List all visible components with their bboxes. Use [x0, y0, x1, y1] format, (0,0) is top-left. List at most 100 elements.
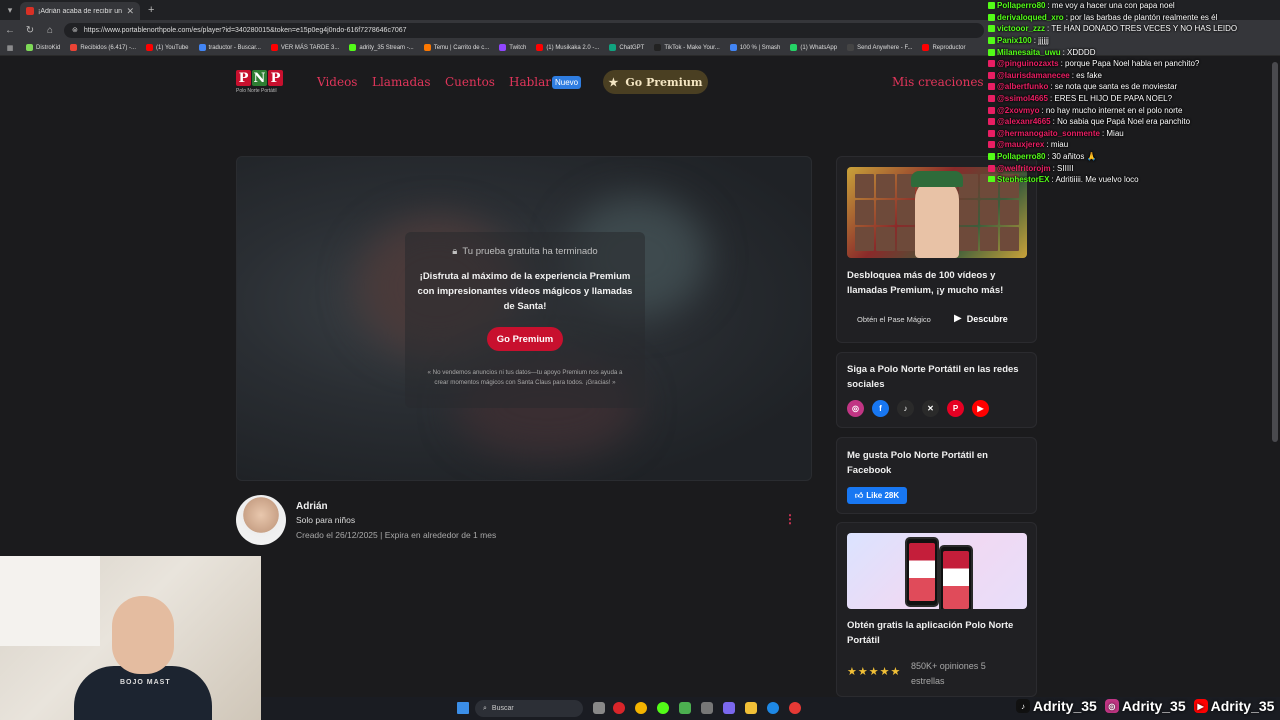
bookmark-favicon-icon: [146, 44, 154, 51]
bookmark-label: TikTok - Make Your...: [664, 44, 720, 51]
new-tab-icon[interactable]: +: [148, 4, 154, 16]
bookmarks-apps-icon[interactable]: ▦: [4, 44, 16, 52]
bookmark-label: Temu | Carrito de c...: [433, 44, 490, 51]
chat-text: : SIIIII: [1052, 163, 1074, 173]
tab-favicon-icon: [26, 7, 34, 15]
bookmark-item[interactable]: Recibidos (6.417) -...: [70, 44, 136, 51]
instagram-icon[interactable]: ◎: [847, 400, 864, 417]
opera-icon[interactable]: [613, 702, 625, 714]
chat-username: @laurisdamanecee: [997, 70, 1070, 80]
bookmark-item[interactable]: (1) YouTube: [146, 44, 189, 51]
page-scrollbar-thumb[interactable]: [1272, 62, 1278, 442]
chat-message: @alexanr4665: No sabia que Papá Noel era…: [988, 116, 1280, 128]
chat-platform-icon: [988, 118, 995, 126]
bookmark-label: DistroKid: [36, 44, 61, 51]
windows-start-icon[interactable]: [457, 702, 469, 714]
video-player[interactable]: 🔒︎ Tu prueba gratuita ha terminado ¡Disf…: [236, 156, 812, 481]
nav-cuentos[interactable]: Cuentos: [445, 75, 495, 89]
discover-button[interactable]: ▶ Descubre: [954, 313, 1008, 324]
nav-hablar[interactable]: Hablar: [509, 75, 551, 89]
facebook-like-button[interactable]: 👍︎ Like 28K: [847, 487, 907, 504]
file-explorer-icon[interactable]: [745, 702, 757, 714]
bookmark-item[interactable]: (1) Musikaka 2.0 -...: [536, 44, 599, 51]
chat-platform-icon: [988, 129, 995, 137]
bookmark-item[interactable]: Temu | Carrito de c...: [423, 44, 490, 51]
chat-text: : XDDDD: [1062, 47, 1096, 57]
chat-text: : jjjjjj: [1033, 36, 1049, 46]
bookmark-item[interactable]: adrity_35 Stream -...: [349, 44, 414, 51]
more-options-icon[interactable]: ⋮: [784, 512, 796, 526]
reload-icon[interactable]: ↻: [24, 25, 36, 36]
chat-message: derivaloqued_xro: por las barbas de plan…: [988, 12, 1280, 24]
chat-platform-icon: [988, 71, 995, 79]
bookmark-item[interactable]: VER MÁS TARDE 3...: [270, 44, 339, 51]
chat-text: : es fake: [1071, 70, 1102, 80]
bookmark-favicon-icon: [654, 44, 662, 51]
bookmark-item[interactable]: traductor - Buscar...: [198, 44, 261, 51]
bookmark-item[interactable]: ChatGPT: [609, 44, 644, 51]
chat-message: @albertfunko: se nota que santa es de mo…: [988, 81, 1280, 93]
bookmark-item[interactable]: TikTok - Make Your...: [654, 44, 720, 51]
chat-platform-icon: [988, 141, 995, 149]
bookmark-item[interactable]: 100 % | Smash: [729, 44, 780, 51]
chrome-icon[interactable]: [635, 702, 647, 714]
chat-text: : Miau: [1101, 128, 1124, 138]
active-tab[interactable]: ¡Adrián acaba de recibir un vi ✕: [20, 2, 140, 20]
app-icon[interactable]: [701, 702, 713, 714]
bookmark-favicon-icon: [922, 44, 930, 51]
youtube-icon[interactable]: ▶: [972, 400, 989, 417]
bookmark-label: adrity_35 Stream -...: [359, 44, 414, 51]
lock-icon: 🔒︎: [452, 246, 458, 257]
chat-username: @albertfunko: [997, 82, 1049, 92]
chat-text: : 30 añitos 🙏: [1047, 152, 1097, 162]
chat-platform-icon: [988, 60, 995, 68]
go-premium-button[interactable]: Go Premium: [487, 327, 563, 351]
app-icon[interactable]: [789, 702, 801, 714]
chat-text: : me voy a hacer una con papa noel: [1047, 1, 1175, 11]
app-icon[interactable]: [679, 702, 691, 714]
bookmark-item[interactable]: Reproductor: [922, 44, 966, 51]
site-logo[interactable]: P N P Polo Norte Portátil: [236, 70, 288, 98]
tab-close-icon[interactable]: ✕: [126, 6, 134, 17]
bookmark-item[interactable]: Twitch: [499, 44, 526, 51]
x-icon[interactable]: ✕: [922, 400, 939, 417]
author-name: Adrián: [296, 501, 328, 512]
back-icon[interactable]: ←: [4, 25, 16, 36]
rating-stars-icon: ★★★★★: [847, 666, 902, 678]
author-meta: Creado el 26/12/2025 | Expira en alreded…: [296, 530, 497, 540]
go-premium-nav-label: Go Premium: [625, 75, 703, 89]
nav-mis-creaciones[interactable]: Mis creaciones: [892, 75, 984, 89]
app-icon[interactable]: [723, 702, 735, 714]
bookmark-item[interactable]: Send Anywhere - F...: [847, 44, 912, 51]
chat-text: : miau: [1046, 140, 1069, 150]
bookmark-label: (1) WhatsApp: [800, 44, 838, 51]
chat-username: Pollaperro80: [997, 1, 1046, 11]
chat-text: : TE HAN DONADO TRES VECES Y NO HAS LEID…: [1047, 24, 1238, 34]
bookmark-item[interactable]: DistroKid: [26, 44, 60, 51]
tab-search-icon[interactable]: ▾: [0, 0, 20, 20]
bookmark-item[interactable]: (1) WhatsApp: [790, 44, 837, 51]
task-view-icon[interactable]: [593, 702, 605, 714]
chat-text: : se nota que santa es de moviestar: [1050, 82, 1178, 92]
site-info-icon[interactable]: ⊜: [72, 26, 78, 34]
nav-llamadas[interactable]: Llamadas: [372, 75, 431, 89]
magic-pass-link[interactable]: Obtén el Pase Mágico: [857, 315, 931, 324]
edge-icon[interactable]: [767, 702, 779, 714]
nav-videos[interactable]: Videos: [317, 75, 357, 89]
stream-chat-overlay: Pollaperro80: me voy a hacer una con pap…: [988, 0, 1280, 182]
bookmark-label: (1) YouTube: [156, 44, 189, 51]
pinterest-icon[interactable]: P: [947, 400, 964, 417]
app-card: Obtén gratis la aplicación Polo Norte Po…: [836, 522, 1037, 697]
tiktok-handle: ♪ Adrity_35: [1016, 698, 1097, 714]
home-icon[interactable]: ⌂: [44, 25, 56, 36]
chat-username: victooor_zzz: [997, 24, 1046, 34]
taskbar-search[interactable]: ⌕ Buscar: [475, 700, 583, 717]
bookmark-favicon-icon: [790, 44, 798, 51]
tiktok-icon[interactable]: ♪: [897, 400, 914, 417]
discover-label: Descubre: [966, 313, 1008, 324]
facebook-icon[interactable]: f: [872, 400, 889, 417]
app-icon[interactable]: [657, 702, 669, 714]
url-field[interactable]: ⊜ https://www.portablenorthpole.com/es/p…: [64, 22, 984, 38]
go-premium-nav-button[interactable]: ★ Go Premium: [603, 70, 708, 94]
bookmark-favicon-icon: [349, 44, 357, 51]
